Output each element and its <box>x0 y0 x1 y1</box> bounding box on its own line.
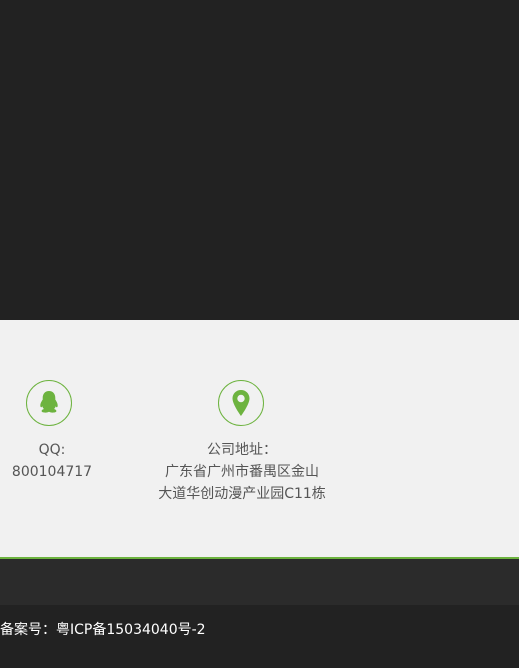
address-line-1: 广东省广州市番禺区金山 <box>165 464 319 480</box>
qq-number[interactable]: 800104717 <box>0 461 104 483</box>
address-line-2: 大道华创动漫产业园C11栋 <box>158 486 326 502</box>
qq-icon-circle[interactable] <box>26 380 72 426</box>
address-icon-circle[interactable] <box>218 380 264 426</box>
icp-bar: 备案号：粤ICP备15034040号-2 <box>0 605 519 668</box>
qq-label: QQ: <box>38 442 66 458</box>
page: QQ: 800104717 公司地址： 广东省广州市番禺区金山 大道华创动漫产业… <box>0 0 519 668</box>
qq-contact: QQ: 800104717 <box>0 380 100 483</box>
address-text: 公司地址： 广东省广州市番禺区金山 大道华创动漫产业园C11栋 <box>140 439 344 505</box>
location-pin-icon <box>232 390 250 416</box>
icp-record-text[interactable]: 备案号：粤ICP备15034040号-2 <box>0 619 206 639</box>
footer-band <box>0 559 519 605</box>
address-label: 公司地址： <box>207 442 277 458</box>
address-contact: 公司地址： 广东省广州市番禺区金山 大道华创动漫产业园C11栋 <box>140 380 340 505</box>
top-dark-section <box>0 0 519 320</box>
qq-text: QQ: 800104717 <box>0 439 104 483</box>
contact-section: QQ: 800104717 公司地址： 广东省广州市番禺区金山 大道华创动漫产业… <box>0 320 519 557</box>
qq-penguin-icon <box>40 391 58 413</box>
